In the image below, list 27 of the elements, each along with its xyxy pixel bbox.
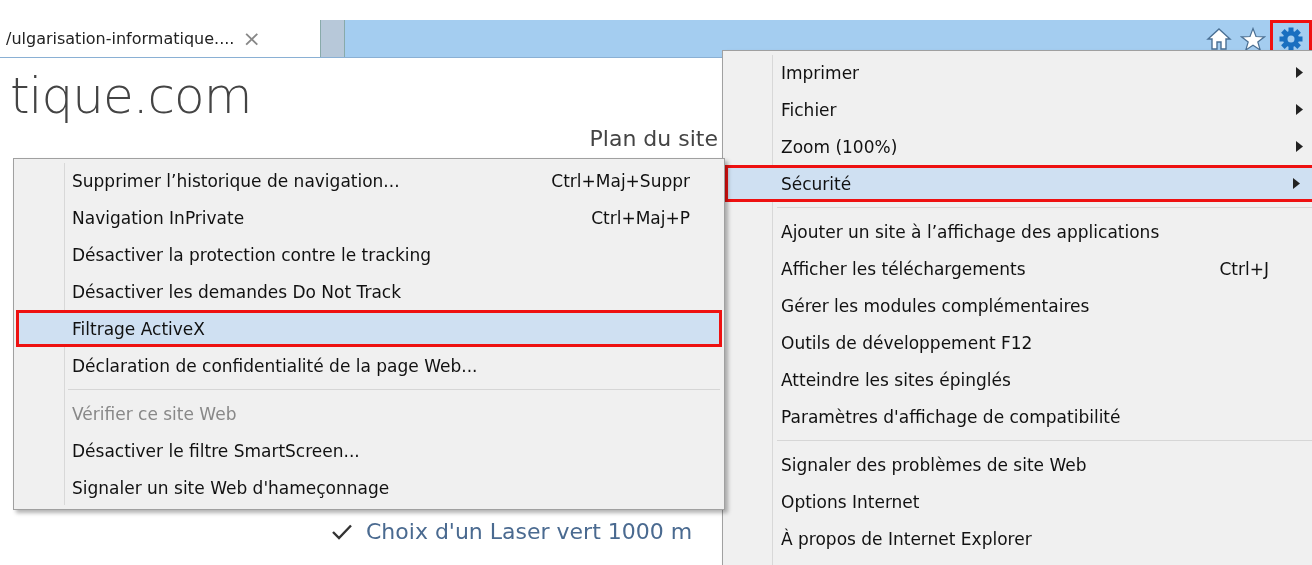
menu-item[interactable]: Filtrage ActiveX [16,310,722,347]
menu-item[interactable]: Signaler un site Web d'hameçonnage [16,469,722,506]
menu-item[interactable]: Options Internet [725,483,1312,520]
topic-link[interactable]: Choix d'un Laser vert 1000 m [366,519,693,544]
menu-item[interactable]: Imprimer [725,54,1312,91]
browser-tab[interactable]: /ulgarisation-informatique.... × [0,20,320,57]
menu-item[interactable]: Fichier [725,91,1312,128]
close-icon[interactable]: × [242,26,261,51]
site-map-link[interactable]: Plan du site [589,126,718,151]
menu-item[interactable]: Ajouter un site à l’affichage des applications [725,213,1312,250]
menu-item[interactable]: À propos de Internet Explorer [725,520,1312,557]
menu-item[interactable]: Sécurité [725,165,1312,202]
checkmark-icon [332,523,352,540]
menu-item[interactable]: Supprimer l’historique de navigation... Ctrl+Maj+Suppr [16,162,722,199]
menu-item[interactable]: Navigation InPrivate Ctrl+Maj+P [16,199,722,236]
menu-item[interactable]: Signaler des problèmes de site Web [725,446,1312,483]
site-title: tique.com [10,66,252,126]
menu-item[interactable]: Désactiver le filtre SmartScreen... [16,432,722,469]
menu-item[interactable]: Désactiver les demandes Do Not Track [16,273,722,310]
menu-item[interactable]: Outils de développement F12 [725,324,1312,361]
menu-item[interactable]: Paramètres d'affichage de compatibilité [725,398,1312,435]
menu-item[interactable]: Déclaration de confidentialité de la page Web... [16,347,722,384]
menu-item[interactable]: Afficher les téléchargements Ctrl+J [725,250,1312,287]
menu-item[interactable]: Zoom (100%) [725,128,1312,165]
menu-item[interactable]: Gérer les modules complémentaires [725,287,1312,324]
menu-item[interactable]: Atteindre les sites épinglés [725,361,1312,398]
menu-item[interactable]: Désactiver la protection contre le tracking [16,236,722,273]
